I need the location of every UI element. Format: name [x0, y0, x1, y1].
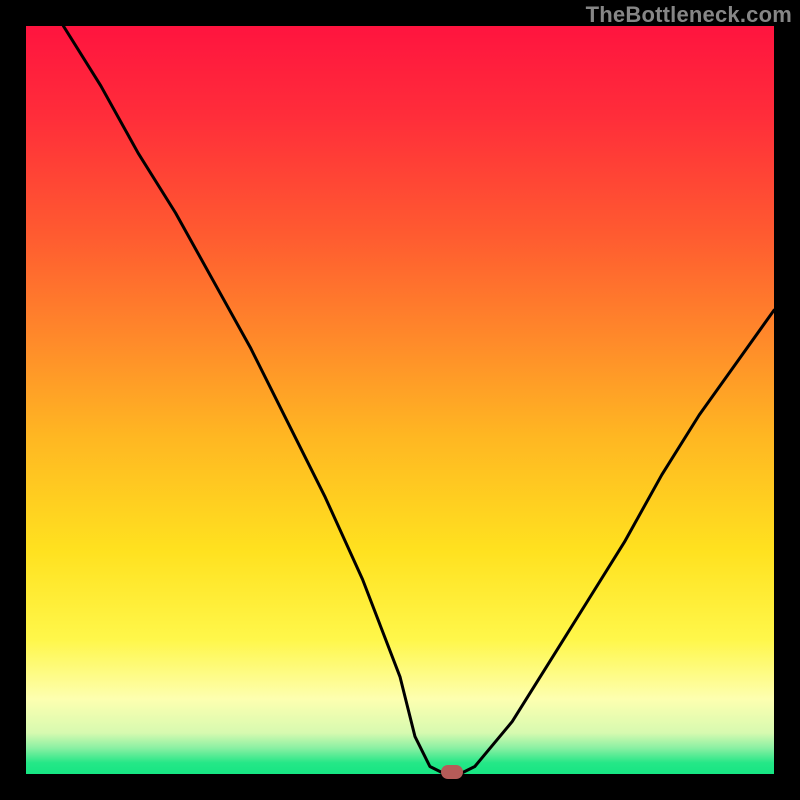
- chart-svg: [26, 26, 774, 774]
- watermark-text: TheBottleneck.com: [586, 2, 792, 28]
- current-position-marker: [441, 765, 463, 779]
- gradient-background: [26, 26, 774, 774]
- plot-area: [26, 26, 774, 774]
- chart-frame: TheBottleneck.com: [0, 0, 800, 800]
